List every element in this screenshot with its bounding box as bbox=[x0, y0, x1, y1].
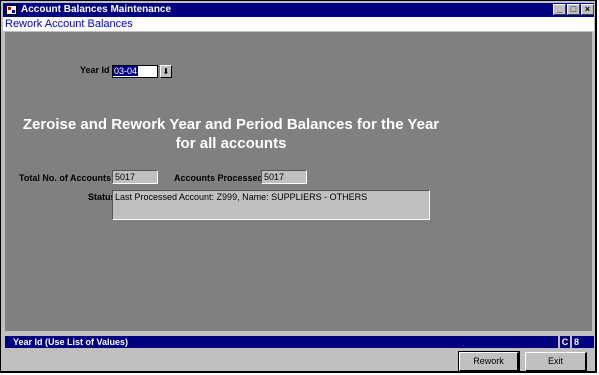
window-title: Account Balances Maintenance bbox=[21, 4, 172, 15]
exit-button[interactable]: Exit bbox=[525, 352, 587, 372]
headline-line-1: Zeroise and Rework Year and Period Balan… bbox=[22, 116, 440, 133]
minimize-button[interactable]: _ bbox=[553, 4, 566, 15]
accounts-processed-field: 5017 bbox=[261, 170, 307, 184]
form-header: Rework Account Balances bbox=[3, 17, 594, 31]
app-icon bbox=[6, 5, 17, 15]
total-accounts-label: Total No. of Accounts bbox=[19, 173, 111, 183]
status-count-indicator: 8 bbox=[572, 336, 594, 348]
title-bar: Account Balances Maintenance _ □ × bbox=[3, 3, 594, 17]
status-hint-text: Year Id (Use List of Values) bbox=[13, 337, 129, 347]
headline-line-2: for all accounts bbox=[175, 135, 287, 152]
rework-button[interactable]: Rework bbox=[458, 351, 520, 373]
year-id-label: Year Id bbox=[80, 65, 110, 75]
list-of-values-button[interactable]: ⬇ bbox=[160, 65, 172, 78]
status-mode-indicator: C bbox=[560, 336, 570, 348]
form-header-text: Rework Account Balances bbox=[5, 18, 133, 30]
status-bar-hint: Year Id (Use List of Values) bbox=[5, 336, 558, 348]
app-window: Account Balances Maintenance _ □ × Rewor… bbox=[0, 0, 597, 373]
down-arrow-icon: ⬇ bbox=[162, 67, 170, 76]
total-accounts-field: 5017 bbox=[112, 170, 158, 184]
close-button[interactable]: × bbox=[581, 4, 594, 15]
year-id-input[interactable]: 03-04 bbox=[112, 65, 158, 78]
status-field: Last Processed Account: Z999, Name: SUPP… bbox=[112, 190, 430, 220]
headline: Zeroise and Rework Year and Period Balan… bbox=[1, 115, 461, 153]
restore-button[interactable]: □ bbox=[567, 4, 580, 15]
accounts-processed-label: Accounts Processed bbox=[174, 173, 264, 183]
year-id-value: 03-04 bbox=[113, 66, 139, 76]
